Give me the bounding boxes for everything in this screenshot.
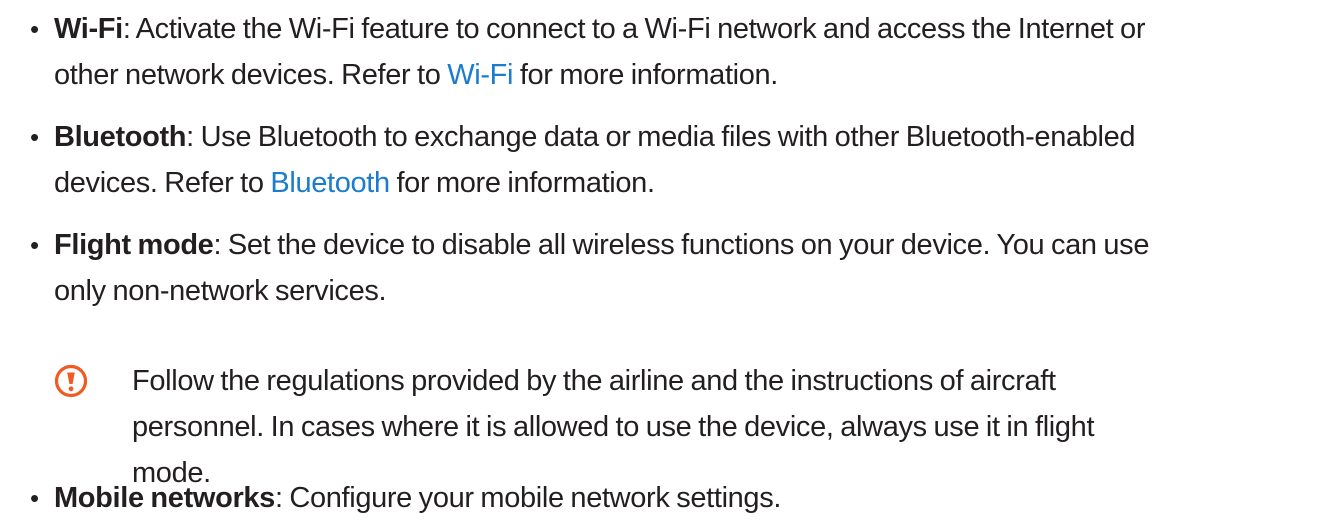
- flight-mode-term: Flight mode: [54, 229, 214, 261]
- wifi-description-line-2: other network devices. Refer to Wi-Fi fo…: [54, 52, 1316, 98]
- bluetooth-description-line-2: devices. Refer to Bluetooth for more inf…: [54, 160, 1316, 206]
- wifi-term: Wi-Fi: [54, 13, 123, 45]
- bluetooth-text-2-pre: devices. Refer to: [54, 167, 271, 199]
- wifi-text-2-pre: other network devices. Refer to: [54, 59, 448, 91]
- bullet-marker: •: [30, 14, 40, 44]
- flight-mode-description: Flight mode: Set the device to disable a…: [54, 222, 1316, 314]
- caution-note: Follow the regulations provided by the a…: [0, 358, 1327, 489]
- flight-mode-description-line-2: only non-network services.: [54, 275, 387, 307]
- flight-mode-text-1: : Set the device to disable all wireless…: [213, 229, 1150, 261]
- caution-icon: [54, 364, 88, 398]
- mobile-networks-description-line-1: Mobile networks: Configure your mobile n…: [54, 475, 1316, 521]
- wifi-link[interactable]: Wi-Fi: [447, 59, 513, 91]
- wifi-text-1: : Activate the Wi-Fi feature to connect …: [122, 13, 1146, 45]
- bluetooth-text-1: : Use Bluetooth to exchange data or medi…: [186, 121, 1136, 153]
- bluetooth-term: Bluetooth: [54, 121, 187, 153]
- mobile-networks-text-1: : Configure your mobile network settings…: [274, 482, 782, 514]
- wifi-description-line-1: Wi-Fi: Activate the Wi-Fi feature to con…: [54, 6, 1316, 52]
- bluetooth-description-line-1: Bluetooth: Use Bluetooth to exchange dat…: [54, 114, 1316, 160]
- settings-connections-page: • Wi-Fi: Activate the Wi-Fi feature to c…: [0, 0, 1327, 523]
- mobile-networks-description: Mobile networks: Configure your mobile n…: [54, 475, 1316, 521]
- bluetooth-link[interactable]: Bluetooth: [270, 167, 390, 199]
- caution-note-line-1: Follow the regulations provided by the a…: [132, 365, 1056, 397]
- wifi-text-2-post: for more information.: [513, 59, 779, 91]
- bluetooth-description: Bluetooth: Use Bluetooth to exchange dat…: [54, 114, 1316, 206]
- bluetooth-text-2-post: for more information.: [389, 167, 655, 199]
- flight-mode-description-line-1: Flight mode: Set the device to disable a…: [54, 222, 1316, 268]
- bullet-marker: •: [30, 230, 40, 260]
- bullet-marker: •: [30, 483, 40, 513]
- wifi-description: Wi-Fi: Activate the Wi-Fi feature to con…: [54, 6, 1316, 98]
- mobile-networks-term: Mobile networks: [54, 482, 275, 514]
- caution-note-line-2: personnel. In cases where it is allowed …: [132, 411, 1095, 443]
- bullet-marker: •: [30, 122, 40, 152]
